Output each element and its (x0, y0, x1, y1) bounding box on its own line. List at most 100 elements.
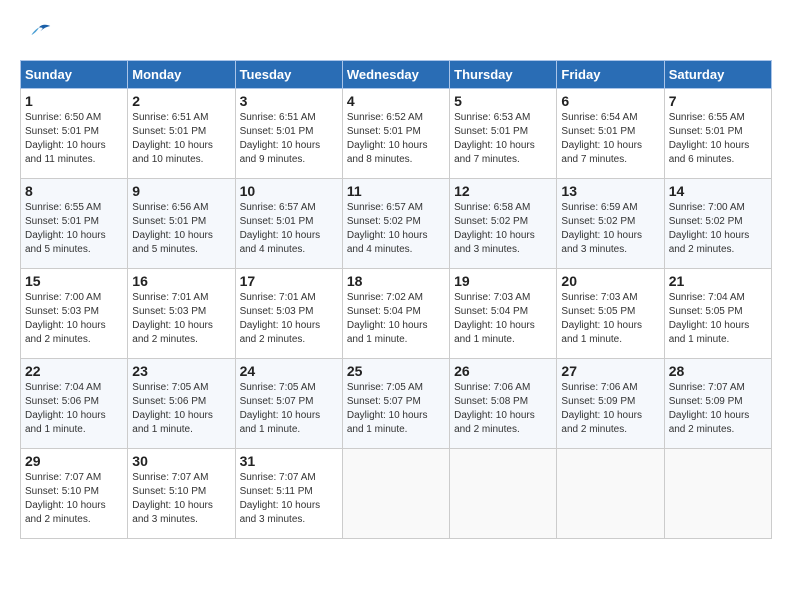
calendar-cell: 6 Sunrise: 6:54 AM Sunset: 5:01 PM Dayli… (557, 89, 664, 179)
daylight-label: Daylight: 10 hours and 2 minutes. (25, 320, 106, 345)
daylight-label: Daylight: 10 hours and 7 minutes. (454, 140, 535, 165)
sunrise-label: Sunrise: 6:53 AM (454, 112, 530, 123)
day-number: 10 (240, 183, 338, 199)
daylight-label: Daylight: 10 hours and 3 minutes. (132, 500, 213, 525)
daylight-label: Daylight: 10 hours and 1 minute. (25, 410, 106, 435)
day-number: 22 (25, 363, 123, 379)
sunrise-label: Sunrise: 6:52 AM (347, 112, 423, 123)
daylight-label: Daylight: 10 hours and 10 minutes. (132, 140, 213, 165)
sunrise-label: Sunrise: 7:06 AM (454, 382, 530, 393)
calendar-cell: 12 Sunrise: 6:58 AM Sunset: 5:02 PM Dayl… (450, 179, 557, 269)
calendar-cell: 31 Sunrise: 7:07 AM Sunset: 5:11 PM Dayl… (235, 449, 342, 539)
calendar-week-2: 8 Sunrise: 6:55 AM Sunset: 5:01 PM Dayli… (21, 179, 772, 269)
daylight-label: Daylight: 10 hours and 2 minutes. (669, 230, 750, 255)
calendar-cell: 16 Sunrise: 7:01 AM Sunset: 5:03 PM Dayl… (128, 269, 235, 359)
daylight-label: Daylight: 10 hours and 5 minutes. (132, 230, 213, 255)
daylight-label: Daylight: 10 hours and 1 minute. (561, 320, 642, 345)
day-info: Sunrise: 7:06 AM Sunset: 5:08 PM Dayligh… (454, 381, 552, 437)
day-info: Sunrise: 7:07 AM Sunset: 5:10 PM Dayligh… (132, 471, 230, 527)
day-number: 20 (561, 273, 659, 289)
sunset-label: Sunset: 5:01 PM (347, 126, 421, 137)
day-info: Sunrise: 7:03 AM Sunset: 5:04 PM Dayligh… (454, 291, 552, 347)
weekday-header-sunday: Sunday (21, 61, 128, 89)
sunset-label: Sunset: 5:05 PM (561, 306, 635, 317)
sunset-label: Sunset: 5:01 PM (25, 126, 99, 137)
day-number: 26 (454, 363, 552, 379)
day-number: 6 (561, 93, 659, 109)
daylight-label: Daylight: 10 hours and 4 minutes. (240, 230, 321, 255)
day-number: 2 (132, 93, 230, 109)
calendar-cell: 21 Sunrise: 7:04 AM Sunset: 5:05 PM Dayl… (664, 269, 771, 359)
sunrise-label: Sunrise: 7:07 AM (25, 472, 101, 483)
calendar-cell: 5 Sunrise: 6:53 AM Sunset: 5:01 PM Dayli… (450, 89, 557, 179)
calendar-cell: 28 Sunrise: 7:07 AM Sunset: 5:09 PM Dayl… (664, 359, 771, 449)
sunrise-label: Sunrise: 7:01 AM (240, 292, 316, 303)
calendar-cell: 19 Sunrise: 7:03 AM Sunset: 5:04 PM Dayl… (450, 269, 557, 359)
calendar-week-1: 1 Sunrise: 6:50 AM Sunset: 5:01 PM Dayli… (21, 89, 772, 179)
day-number: 16 (132, 273, 230, 289)
day-info: Sunrise: 7:03 AM Sunset: 5:05 PM Dayligh… (561, 291, 659, 347)
daylight-label: Daylight: 10 hours and 2 minutes. (454, 410, 535, 435)
daylight-label: Daylight: 10 hours and 7 minutes. (561, 140, 642, 165)
day-number: 8 (25, 183, 123, 199)
sunset-label: Sunset: 5:08 PM (454, 396, 528, 407)
sunrise-label: Sunrise: 7:05 AM (132, 382, 208, 393)
sunset-label: Sunset: 5:04 PM (454, 306, 528, 317)
sunrise-label: Sunrise: 6:57 AM (240, 202, 316, 213)
sunrise-label: Sunrise: 6:57 AM (347, 202, 423, 213)
sunset-label: Sunset: 5:01 PM (240, 216, 314, 227)
calendar-cell: 4 Sunrise: 6:52 AM Sunset: 5:01 PM Dayli… (342, 89, 449, 179)
weekday-header-monday: Monday (128, 61, 235, 89)
sunset-label: Sunset: 5:05 PM (669, 306, 743, 317)
sunset-label: Sunset: 5:03 PM (25, 306, 99, 317)
day-info: Sunrise: 6:57 AM Sunset: 5:02 PM Dayligh… (347, 201, 445, 257)
day-number: 29 (25, 453, 123, 469)
day-info: Sunrise: 7:07 AM Sunset: 5:11 PM Dayligh… (240, 471, 338, 527)
day-info: Sunrise: 7:04 AM Sunset: 5:05 PM Dayligh… (669, 291, 767, 347)
weekday-header-friday: Friday (557, 61, 664, 89)
daylight-label: Daylight: 10 hours and 2 minutes. (132, 320, 213, 345)
sunrise-label: Sunrise: 7:01 AM (132, 292, 208, 303)
calendar-cell: 26 Sunrise: 7:06 AM Sunset: 5:08 PM Dayl… (450, 359, 557, 449)
sunset-label: Sunset: 5:03 PM (240, 306, 314, 317)
daylight-label: Daylight: 10 hours and 1 minute. (669, 320, 750, 345)
sunrise-label: Sunrise: 7:04 AM (669, 292, 745, 303)
sunrise-label: Sunrise: 7:00 AM (669, 202, 745, 213)
day-number: 30 (132, 453, 230, 469)
day-number: 14 (669, 183, 767, 199)
calendar-cell: 7 Sunrise: 6:55 AM Sunset: 5:01 PM Dayli… (664, 89, 771, 179)
day-number: 19 (454, 273, 552, 289)
day-info: Sunrise: 6:54 AM Sunset: 5:01 PM Dayligh… (561, 111, 659, 167)
sunrise-label: Sunrise: 7:07 AM (669, 382, 745, 393)
day-number: 28 (669, 363, 767, 379)
calendar-cell: 23 Sunrise: 7:05 AM Sunset: 5:06 PM Dayl… (128, 359, 235, 449)
logo-bird-icon (24, 20, 54, 50)
weekday-header-tuesday: Tuesday (235, 61, 342, 89)
sunrise-label: Sunrise: 7:07 AM (132, 472, 208, 483)
sunset-label: Sunset: 5:01 PM (454, 126, 528, 137)
day-number: 3 (240, 93, 338, 109)
daylight-label: Daylight: 10 hours and 6 minutes. (669, 140, 750, 165)
sunrise-label: Sunrise: 6:59 AM (561, 202, 637, 213)
calendar-cell: 17 Sunrise: 7:01 AM Sunset: 5:03 PM Dayl… (235, 269, 342, 359)
daylight-label: Daylight: 10 hours and 3 minutes. (454, 230, 535, 255)
sunset-label: Sunset: 5:01 PM (25, 216, 99, 227)
day-info: Sunrise: 6:51 AM Sunset: 5:01 PM Dayligh… (240, 111, 338, 167)
day-info: Sunrise: 6:59 AM Sunset: 5:02 PM Dayligh… (561, 201, 659, 257)
day-number: 5 (454, 93, 552, 109)
sunrise-label: Sunrise: 6:55 AM (25, 202, 101, 213)
daylight-label: Daylight: 10 hours and 1 minute. (347, 410, 428, 435)
calendar-cell: 22 Sunrise: 7:04 AM Sunset: 5:06 PM Dayl… (21, 359, 128, 449)
calendar-cell: 24 Sunrise: 7:05 AM Sunset: 5:07 PM Dayl… (235, 359, 342, 449)
calendar-cell: 20 Sunrise: 7:03 AM Sunset: 5:05 PM Dayl… (557, 269, 664, 359)
day-info: Sunrise: 6:55 AM Sunset: 5:01 PM Dayligh… (669, 111, 767, 167)
day-number: 24 (240, 363, 338, 379)
sunrise-label: Sunrise: 6:54 AM (561, 112, 637, 123)
calendar-cell: 25 Sunrise: 7:05 AM Sunset: 5:07 PM Dayl… (342, 359, 449, 449)
sunset-label: Sunset: 5:06 PM (25, 396, 99, 407)
daylight-label: Daylight: 10 hours and 8 minutes. (347, 140, 428, 165)
calendar-cell: 11 Sunrise: 6:57 AM Sunset: 5:02 PM Dayl… (342, 179, 449, 269)
daylight-label: Daylight: 10 hours and 4 minutes. (347, 230, 428, 255)
day-number: 21 (669, 273, 767, 289)
day-number: 1 (25, 93, 123, 109)
